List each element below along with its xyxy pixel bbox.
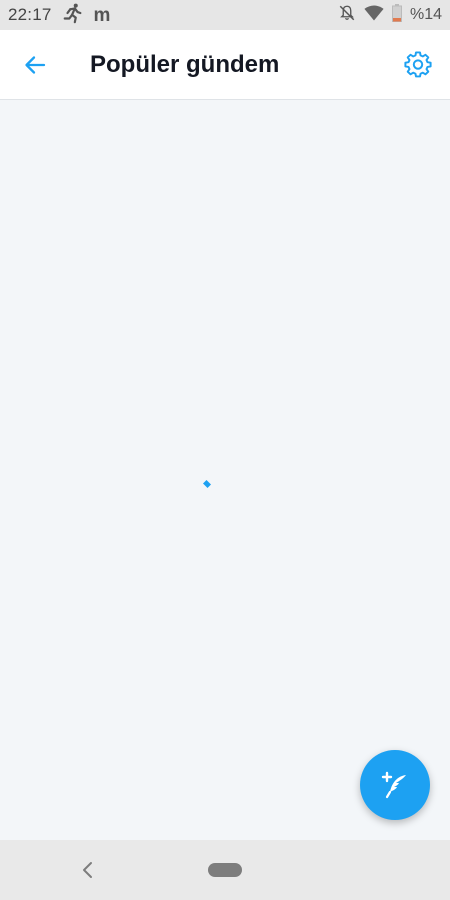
status-left: 22:17 m (8, 2, 110, 29)
status-bar: 22:17 m %14 (0, 0, 450, 30)
battery-icon (391, 3, 402, 27)
gear-icon (404, 51, 432, 78)
page-title: Popüler gündem (90, 51, 280, 78)
notifications-off-icon (338, 4, 356, 27)
settings-button[interactable] (398, 47, 438, 83)
chevron-left-icon (83, 862, 92, 878)
home-pill-button[interactable] (208, 863, 242, 877)
running-icon (62, 2, 84, 29)
screen: 22:17 m %14 Popüler gündem (0, 0, 450, 900)
system-navigation-bar (0, 840, 450, 900)
wifi-icon (364, 4, 384, 27)
battery-percent: %14 (409, 6, 442, 23)
system-back-button[interactable] (76, 858, 100, 882)
loading-spinner-icon (203, 480, 211, 488)
compose-tweet-button[interactable] (360, 750, 430, 820)
content-area (0, 100, 450, 840)
compose-feather-icon (381, 771, 406, 799)
back-button[interactable] (14, 47, 56, 83)
arrow-left-icon (25, 56, 46, 74)
status-time: 22:17 (8, 5, 52, 24)
m-app-icon: m (93, 4, 111, 26)
status-right: %14 (338, 3, 442, 27)
top-app-bar: Popüler gündem (0, 30, 450, 100)
